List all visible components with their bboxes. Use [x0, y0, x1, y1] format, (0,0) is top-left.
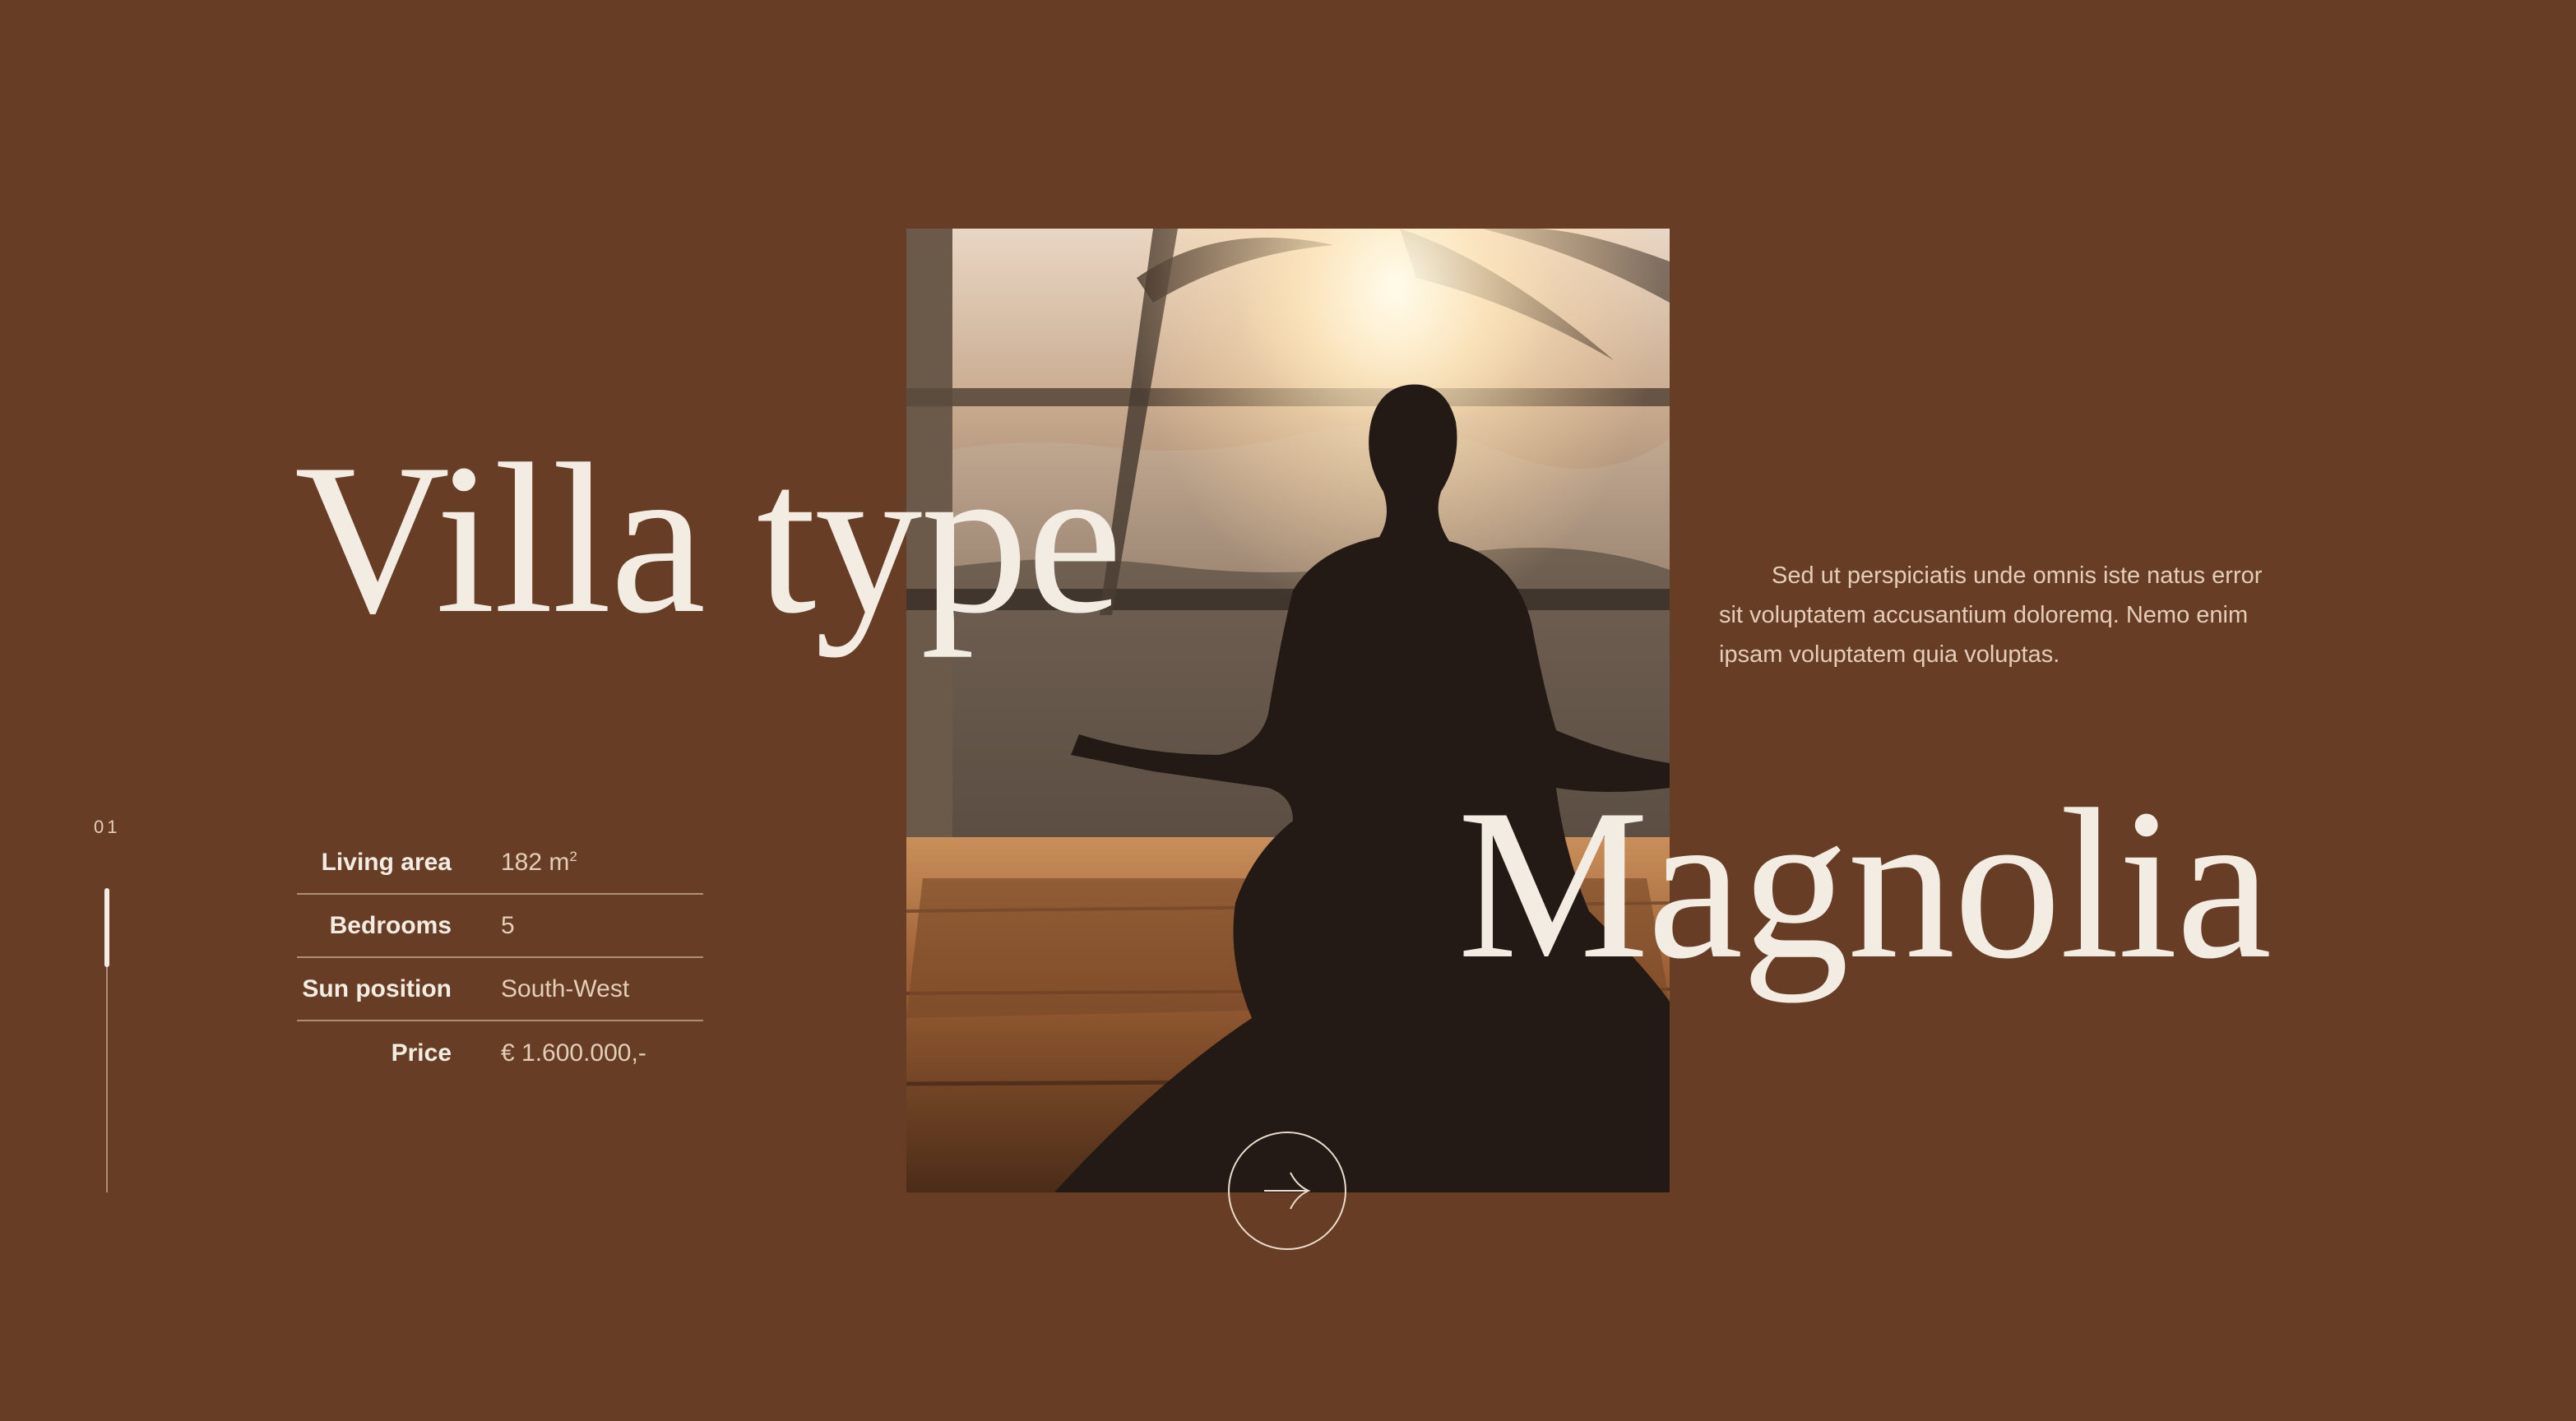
- spec-label: Living area: [321, 848, 452, 876]
- spec-row-living-area: Living area 182 m2: [297, 831, 703, 895]
- spec-value-unit-exponent: 2: [569, 848, 577, 864]
- spec-value: € 1.600.000,-: [501, 1039, 646, 1067]
- spec-row-price: Price € 1.600.000,-: [297, 1021, 703, 1085]
- spec-value: 182 m2: [501, 849, 577, 877]
- slide-progress-indicator[interactable]: [104, 888, 109, 967]
- spec-table: Living area 182 m2 Bedrooms 5 Sun positi…: [297, 831, 703, 1085]
- spec-value: South-West: [501, 974, 630, 1002]
- spec-label: Sun position: [302, 974, 452, 1002]
- villa-photo: [906, 229, 1670, 1192]
- spec-value: 5: [501, 911, 515, 939]
- spec-label: Bedrooms: [329, 911, 452, 939]
- spec-row-sun-position: Sun position South-West: [297, 958, 703, 1021]
- next-slide-button[interactable]: [1228, 1132, 1346, 1250]
- arrow-right-icon: [1264, 1172, 1311, 1210]
- title-villa-name: Magnolia: [1457, 765, 2272, 1003]
- spec-row-bedrooms: Bedrooms 5: [297, 895, 703, 958]
- title-villa-type: Villa type: [294, 419, 1123, 658]
- slide-index: 01: [94, 817, 121, 837]
- villa-description: Sed ut perspiciatis unde omnis iste natu…: [1719, 562, 2263, 668]
- spec-label: Price: [391, 1039, 452, 1067]
- meditation-silhouette-image: [906, 229, 1670, 1192]
- spec-value-text: 182 m: [501, 848, 570, 876]
